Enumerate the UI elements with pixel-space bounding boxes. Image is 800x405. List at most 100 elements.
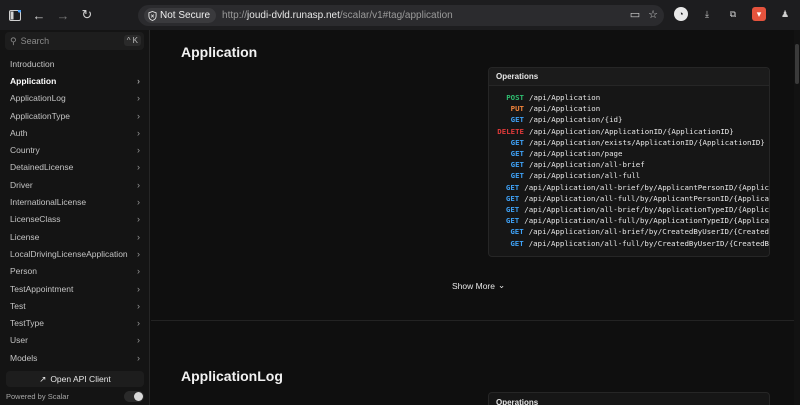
operation-row[interactable]: GET/api/Application/all-brief/by/Applica… [489, 182, 769, 193]
theme-toggle[interactable] [124, 391, 144, 402]
operation-row[interactable]: POST/api/Application [489, 92, 769, 103]
sidebar-item-label: TestAppointment [10, 283, 74, 294]
sidebar-item-label: Application [10, 75, 57, 86]
sidebar-item-label: DetainedLicense [10, 162, 74, 173]
forward-arrow-icon[interactable]: → [54, 6, 72, 24]
extensions-area: ◔ ⤓ ⧉ ▾ ♟ [674, 7, 792, 21]
open-api-client-button[interactable]: ↗ Open API Client [6, 371, 144, 387]
sidebar-item-testtype[interactable]: TestType › [0, 314, 150, 331]
show-more-button[interactable]: Show More ⌄ [452, 280, 505, 291]
sidebar-item-test[interactable]: Test › [0, 297, 150, 314]
sidebar-item-country[interactable]: Country › [0, 141, 150, 158]
sidebar-item-auth[interactable]: Auth › [0, 124, 150, 141]
reader-mode-icon[interactable]: ▭ [630, 8, 640, 21]
operation-path: /api/Application/all-brief/by/Applicatio… [524, 204, 769, 214]
scrollbar-thumb[interactable] [795, 44, 799, 84]
extension-icon-1[interactable]: ◔ [674, 7, 688, 21]
http-method-badge: GET [510, 149, 524, 159]
sidebar-item-licenseclass[interactable]: LicenseClass › [0, 211, 150, 228]
back-arrow-icon[interactable]: ← [30, 6, 48, 24]
sidebar-item-label: LicenseClass [10, 214, 61, 225]
sidebar-item-driver[interactable]: Driver › [0, 176, 150, 193]
sidebar-item-introduction[interactable]: Introduction [0, 55, 150, 72]
brave-shield-icon[interactable]: ▾ [752, 7, 766, 21]
shield-icon [148, 10, 157, 21]
http-method-badge: GET [505, 204, 520, 214]
chevron-right-icon: › [137, 318, 140, 329]
next-operations-header: Operations [496, 397, 539, 405]
operation-row[interactable]: GET/api/Application/all-full/by/CreatedB… [489, 237, 769, 248]
chevron-right-icon: › [137, 300, 140, 311]
operation-row[interactable]: GET/api/Application/all-brief/by/Created… [489, 226, 769, 237]
address-bar[interactable]: Not Secure http://joudi-dvld.runasp.net/… [138, 5, 664, 26]
sidebar-item-detainedlicense[interactable]: DetainedLicense › [0, 159, 150, 176]
http-method-badge: GET [505, 182, 520, 192]
operation-row[interactable]: PUT/api/Application [489, 103, 769, 114]
operation-path: /api/Application [529, 104, 601, 114]
operation-row[interactable]: DELETE/api/Application/ApplicationID/{Ap… [489, 126, 769, 137]
sidebar-item-label: ApplicationType [10, 110, 71, 121]
operation-row[interactable]: GET/api/Application/all-full/by/Applican… [489, 193, 769, 204]
chevron-right-icon: › [137, 197, 140, 208]
sidebar-item-license[interactable]: License › [0, 228, 150, 245]
sidebar-item-applicationtype[interactable]: ApplicationType › [0, 107, 150, 124]
operation-path: /api/Application/all-full/by/CreatedByUs… [528, 238, 769, 248]
section-divider [151, 320, 794, 321]
sidebar-nav: Introduction Application › ApplicationLog › A… [0, 55, 150, 366]
sidebar-item-label: InternationalLicense [10, 197, 87, 208]
chevron-right-icon: › [137, 248, 140, 259]
operation-path: /api/Application/all-brief/by/ApplicantP… [524, 182, 769, 192]
puzzle-extensions-icon[interactable]: ⧉ [726, 7, 740, 21]
sidebar-item-applicationlog[interactable]: ApplicationLog › [0, 90, 150, 107]
sidebar-item-models[interactable]: Models › [0, 349, 150, 366]
browser-toolbar: ← → ↻ Not Secure http://joudi-dvld.runas… [0, 0, 800, 30]
operation-row[interactable]: GET/api/Application/exists/ApplicationID… [489, 137, 769, 148]
chevron-right-icon: › [137, 179, 140, 190]
operation-path: /api/Application/all-full/by/ApplicantPe… [524, 193, 769, 203]
url-text: http://joudi-dvld.runasp.net/scalar/v1#t… [222, 10, 453, 21]
sidebar-item-label: User [10, 335, 28, 346]
sidebar-item-testappointment[interactable]: TestAppointment › [0, 280, 150, 297]
external-arrow-icon: ↗ [39, 373, 47, 384]
http-method-badge: GET [510, 137, 524, 147]
profile-icon[interactable]: ♟ [778, 7, 792, 21]
operation-path: /api/Application/ApplicationID/{Applicat… [529, 126, 734, 136]
sidebar-item-person[interactable]: Person › [0, 263, 150, 280]
sidebar-item-user[interactable]: User › [0, 332, 150, 349]
operation-row[interactable]: GET/api/Application/{id} [489, 114, 769, 125]
chevron-right-icon: › [137, 266, 140, 277]
search-input[interactable] [20, 36, 117, 46]
scrollbar[interactable] [794, 30, 800, 405]
sidebar-item-application[interactable]: Application › [0, 72, 150, 89]
chevron-right-icon: › [137, 283, 140, 294]
http-method-badge: GET [510, 227, 524, 237]
http-method-badge: GET [510, 115, 524, 125]
download-icon[interactable]: ⤓ [700, 7, 714, 21]
bookmark-star-icon[interactable]: ☆ [648, 8, 658, 21]
sidebar-item-localdrivinglicenseapplication[interactable]: LocalDrivingLicenseApplication › [0, 245, 150, 262]
http-method-badge: GET [510, 238, 524, 248]
chevron-right-icon: › [137, 110, 140, 121]
sidebar-item-label: Introduction [10, 58, 55, 69]
search-box[interactable]: ⚲ ^ K [5, 32, 144, 50]
operation-row[interactable]: GET/api/Application/all-full/by/Applicat… [489, 215, 769, 226]
sidebar-toggle-icon[interactable] [6, 6, 24, 24]
sidebar-item-label: TestType [10, 318, 45, 329]
chevron-right-icon: › [137, 75, 140, 86]
http-method-badge: GET [505, 216, 520, 226]
operation-row[interactable]: GET/api/Application/page [489, 148, 769, 159]
sidebar-item-label: Models [10, 352, 38, 363]
http-method-badge: DELETE [497, 126, 524, 136]
http-method-badge: POST [506, 93, 524, 103]
security-indicator[interactable]: Not Secure [144, 8, 217, 23]
reload-icon[interactable]: ↻ [78, 6, 96, 24]
chevron-right-icon: › [137, 231, 140, 242]
operation-row[interactable]: GET/api/Application/all-brief/by/Applica… [489, 204, 769, 215]
sidebar-item-internationallicense[interactable]: InternationalLicense › [0, 193, 150, 210]
operation-row[interactable]: GET/api/Application/all-full [489, 170, 769, 181]
sidebar-item-label: Country [10, 145, 40, 156]
section-title: Application [181, 44, 258, 60]
operation-row[interactable]: GET/api/Application/all-brief [489, 159, 769, 170]
search-shortcut: ^ K [123, 35, 141, 46]
operation-path: /api/Application/all-full/by/Application… [524, 216, 769, 226]
